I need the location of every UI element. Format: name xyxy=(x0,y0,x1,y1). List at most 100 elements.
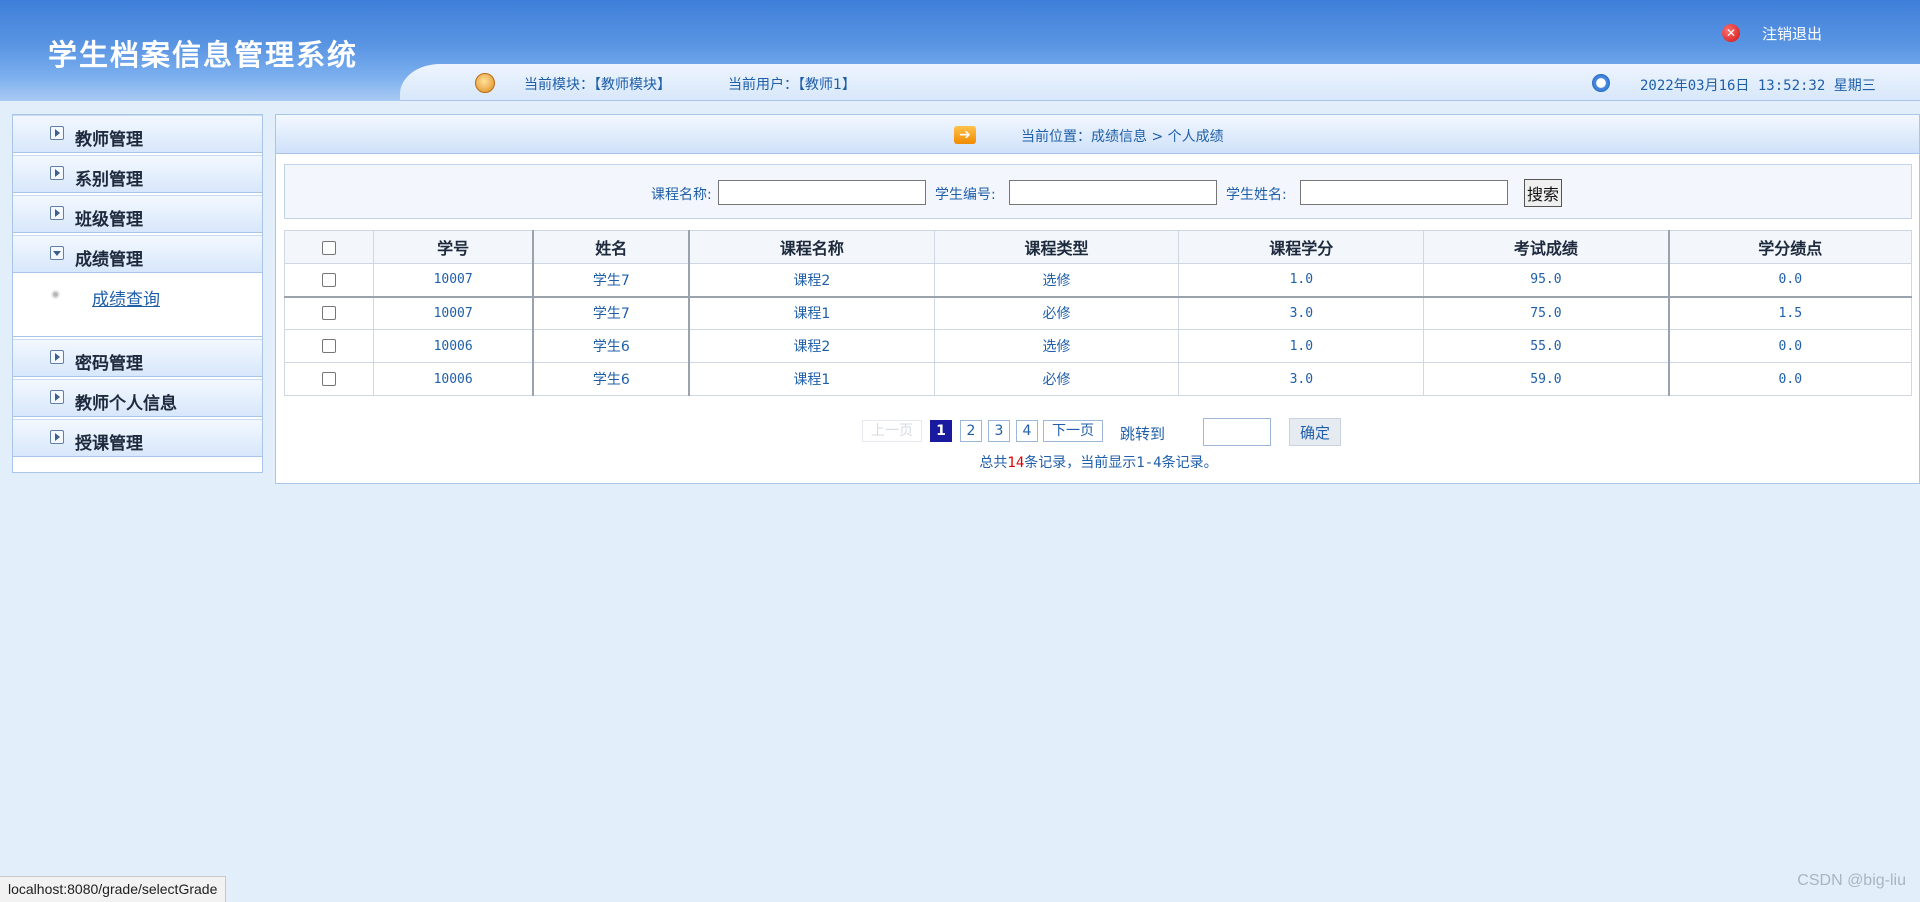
cell-credit: 1.0 xyxy=(1178,329,1425,363)
sidebar-item-teacher-management[interactable]: 教师管理 xyxy=(13,115,262,153)
student-name-label: 学生姓名: xyxy=(1226,187,1287,203)
watermark: CSDN @big-liu xyxy=(1797,872,1906,889)
page-2-button[interactable]: 2 xyxy=(960,420,982,442)
sidebar-item-label: 密码管理 xyxy=(75,354,143,374)
cell-course: 课程1 xyxy=(688,362,935,396)
clock-icon xyxy=(1592,74,1610,92)
sidebar-item-label: 成绩管理 xyxy=(75,250,143,270)
column-header: 学分绩点 xyxy=(1667,230,1912,264)
current-datetime: 2022年03月16日 13:52:32 星期三 xyxy=(1640,78,1876,94)
header-divider xyxy=(400,100,1920,101)
app-header: 学生档案信息管理系统 ✕ 注销退出 当前模块：【教师模块】 当前用户：【教师1】… xyxy=(0,0,1920,101)
row-checkbox[interactable] xyxy=(321,339,336,353)
row-checkbox[interactable] xyxy=(321,372,336,386)
row-select-cell xyxy=(284,263,374,297)
close-icon: ✕ xyxy=(1722,24,1740,42)
row-select-cell xyxy=(284,329,374,363)
cell-gpa: 0.0 xyxy=(1667,329,1912,363)
grades-table: 学号 姓名 课程名称 课程类型 课程学分 考试成绩 学分绩点 10007 学生7… xyxy=(284,230,1912,396)
sidebar-menu: 教师管理 系别管理 班级管理 成绩管理 成绩查询 密码管理 教师个人信息 授课管… xyxy=(12,114,263,473)
sidebar-item-label: 教师管理 xyxy=(75,130,143,150)
cell-course: 课程1 xyxy=(688,295,935,330)
table-row: 10006 学生6 课程1 必修 3.0 59.0 0.0 xyxy=(284,362,1912,396)
grade-submenu: 成绩查询 xyxy=(13,275,262,337)
sidebar-item-label: 授课管理 xyxy=(75,434,143,454)
table-row: 10007 学生7 课程2 选修 1.0 95.0 0.0 xyxy=(284,263,1912,297)
cell-course-type: 选修 xyxy=(933,329,1180,363)
column-header: 姓名 xyxy=(532,230,690,264)
student-name-input[interactable] xyxy=(1300,180,1508,205)
row-checkbox[interactable] xyxy=(321,306,336,321)
user-icon xyxy=(475,73,495,93)
current-user: 当前用户：【教师1】 xyxy=(728,77,856,93)
cell-student-no: 10007 xyxy=(372,263,534,297)
cell-name: 学生7 xyxy=(532,263,690,297)
app-title: 学生档案信息管理系统 xyxy=(48,38,359,72)
table-header-row: 学号 姓名 课程名称 课程类型 课程学分 考试成绩 学分绩点 xyxy=(284,230,1912,264)
cell-gpa: 1.5 xyxy=(1667,295,1912,330)
browser-status-url: localhost:8080/grade/selectGrade xyxy=(0,876,227,902)
next-page-button[interactable]: 下一页 xyxy=(1043,420,1103,442)
search-form: 课程名称: 学生编号: 学生姓名: 搜索 xyxy=(284,164,1912,219)
cell-name: 学生6 xyxy=(532,329,690,363)
sidebar-item-password-management[interactable]: 密码管理 xyxy=(13,339,262,377)
logout-button[interactable]: ✕ 注销退出 xyxy=(1722,22,1822,44)
cell-score: 55.0 xyxy=(1423,329,1670,363)
search-button[interactable]: 搜索 xyxy=(1524,179,1562,207)
cell-name: 学生7 xyxy=(532,295,690,330)
cell-gpa: 0.0 xyxy=(1667,263,1912,297)
column-header: 课程学分 xyxy=(1178,230,1425,264)
summary-count: 14 xyxy=(1007,455,1025,471)
confirm-jump-button[interactable]: 确定 xyxy=(1289,418,1341,446)
expand-icon xyxy=(50,390,64,404)
sidebar-item-class-management[interactable]: 班级管理 xyxy=(13,195,262,233)
page-4-button[interactable]: 4 xyxy=(1016,420,1038,442)
expand-icon xyxy=(50,206,64,220)
page-1-button[interactable]: 1 xyxy=(930,420,952,442)
course-name-input[interactable] xyxy=(718,180,926,205)
sidebar-item-department-management[interactable]: 系别管理 xyxy=(13,155,262,193)
cell-credit: 3.0 xyxy=(1178,362,1425,396)
breadcrumb: ➔ 当前位置：成绩信息 > 个人成绩 xyxy=(275,114,1920,154)
pagination: 上一页 1 2 3 4 下一页 跳转到 确定 xyxy=(276,418,1920,446)
expand-icon xyxy=(50,430,64,444)
select-all-checkbox[interactable] xyxy=(321,241,336,255)
page-3-button[interactable]: 3 xyxy=(988,420,1010,442)
cell-score: 95.0 xyxy=(1423,263,1670,297)
cell-course-type: 必修 xyxy=(933,362,1180,396)
current-module: 当前模块：【教师模块】 xyxy=(524,77,671,93)
row-checkbox[interactable] xyxy=(321,272,336,287)
student-no-input[interactable] xyxy=(1009,180,1217,205)
sidebar-item-grade-management[interactable]: 成绩管理 xyxy=(13,235,262,273)
select-all-header xyxy=(284,230,374,264)
arrow-right-icon: ➔ xyxy=(954,126,976,144)
sidebar-item-teacher-profile[interactable]: 教师个人信息 xyxy=(13,379,262,417)
expand-icon xyxy=(50,350,64,364)
collapse-icon xyxy=(50,246,64,260)
expand-icon xyxy=(50,166,64,180)
summary-suffix: 条记录，当前显示1-4条记录。 xyxy=(1024,455,1218,471)
header-info-bar: 当前模块：【教师模块】 当前用户：【教师1】 2022年03月16日 13:52… xyxy=(400,64,1920,101)
cell-score: 59.0 xyxy=(1423,362,1670,396)
course-name-label: 课程名称: xyxy=(651,187,712,203)
prev-page-button[interactable]: 上一页 xyxy=(862,420,922,442)
sidebar-item-label: 班级管理 xyxy=(75,210,143,230)
cell-name: 学生6 xyxy=(532,362,690,396)
cell-student-no: 10007 xyxy=(372,295,534,330)
column-header: 考试成绩 xyxy=(1423,230,1670,264)
cell-course: 课程2 xyxy=(688,329,935,363)
cell-gpa: 0.0 xyxy=(1667,362,1912,396)
jump-page-input[interactable] xyxy=(1203,418,1271,446)
sidebar-subitem-grade-query[interactable]: 成绩查询 xyxy=(92,285,160,310)
sidebar-item-teaching-management[interactable]: 授课管理 xyxy=(13,419,262,457)
table-row: 10007 学生7 课程1 必修 3.0 75.0 1.5 xyxy=(284,295,1912,330)
bullet-icon xyxy=(51,290,60,299)
sidebar-item-label: 教师个人信息 xyxy=(75,394,177,414)
student-no-label: 学生编号: xyxy=(935,187,996,203)
row-select-cell xyxy=(284,295,374,330)
record-summary: 总共14条记录，当前显示1-4条记录。 xyxy=(276,452,1920,472)
main-content: 课程名称: 学生编号: 学生姓名: 搜索 学号 姓名 课程名称 课程类型 课程学… xyxy=(275,154,1920,484)
sidebar-item-label: 系别管理 xyxy=(75,170,143,190)
column-header: 课程类型 xyxy=(933,230,1180,264)
column-header: 学号 xyxy=(372,230,534,264)
